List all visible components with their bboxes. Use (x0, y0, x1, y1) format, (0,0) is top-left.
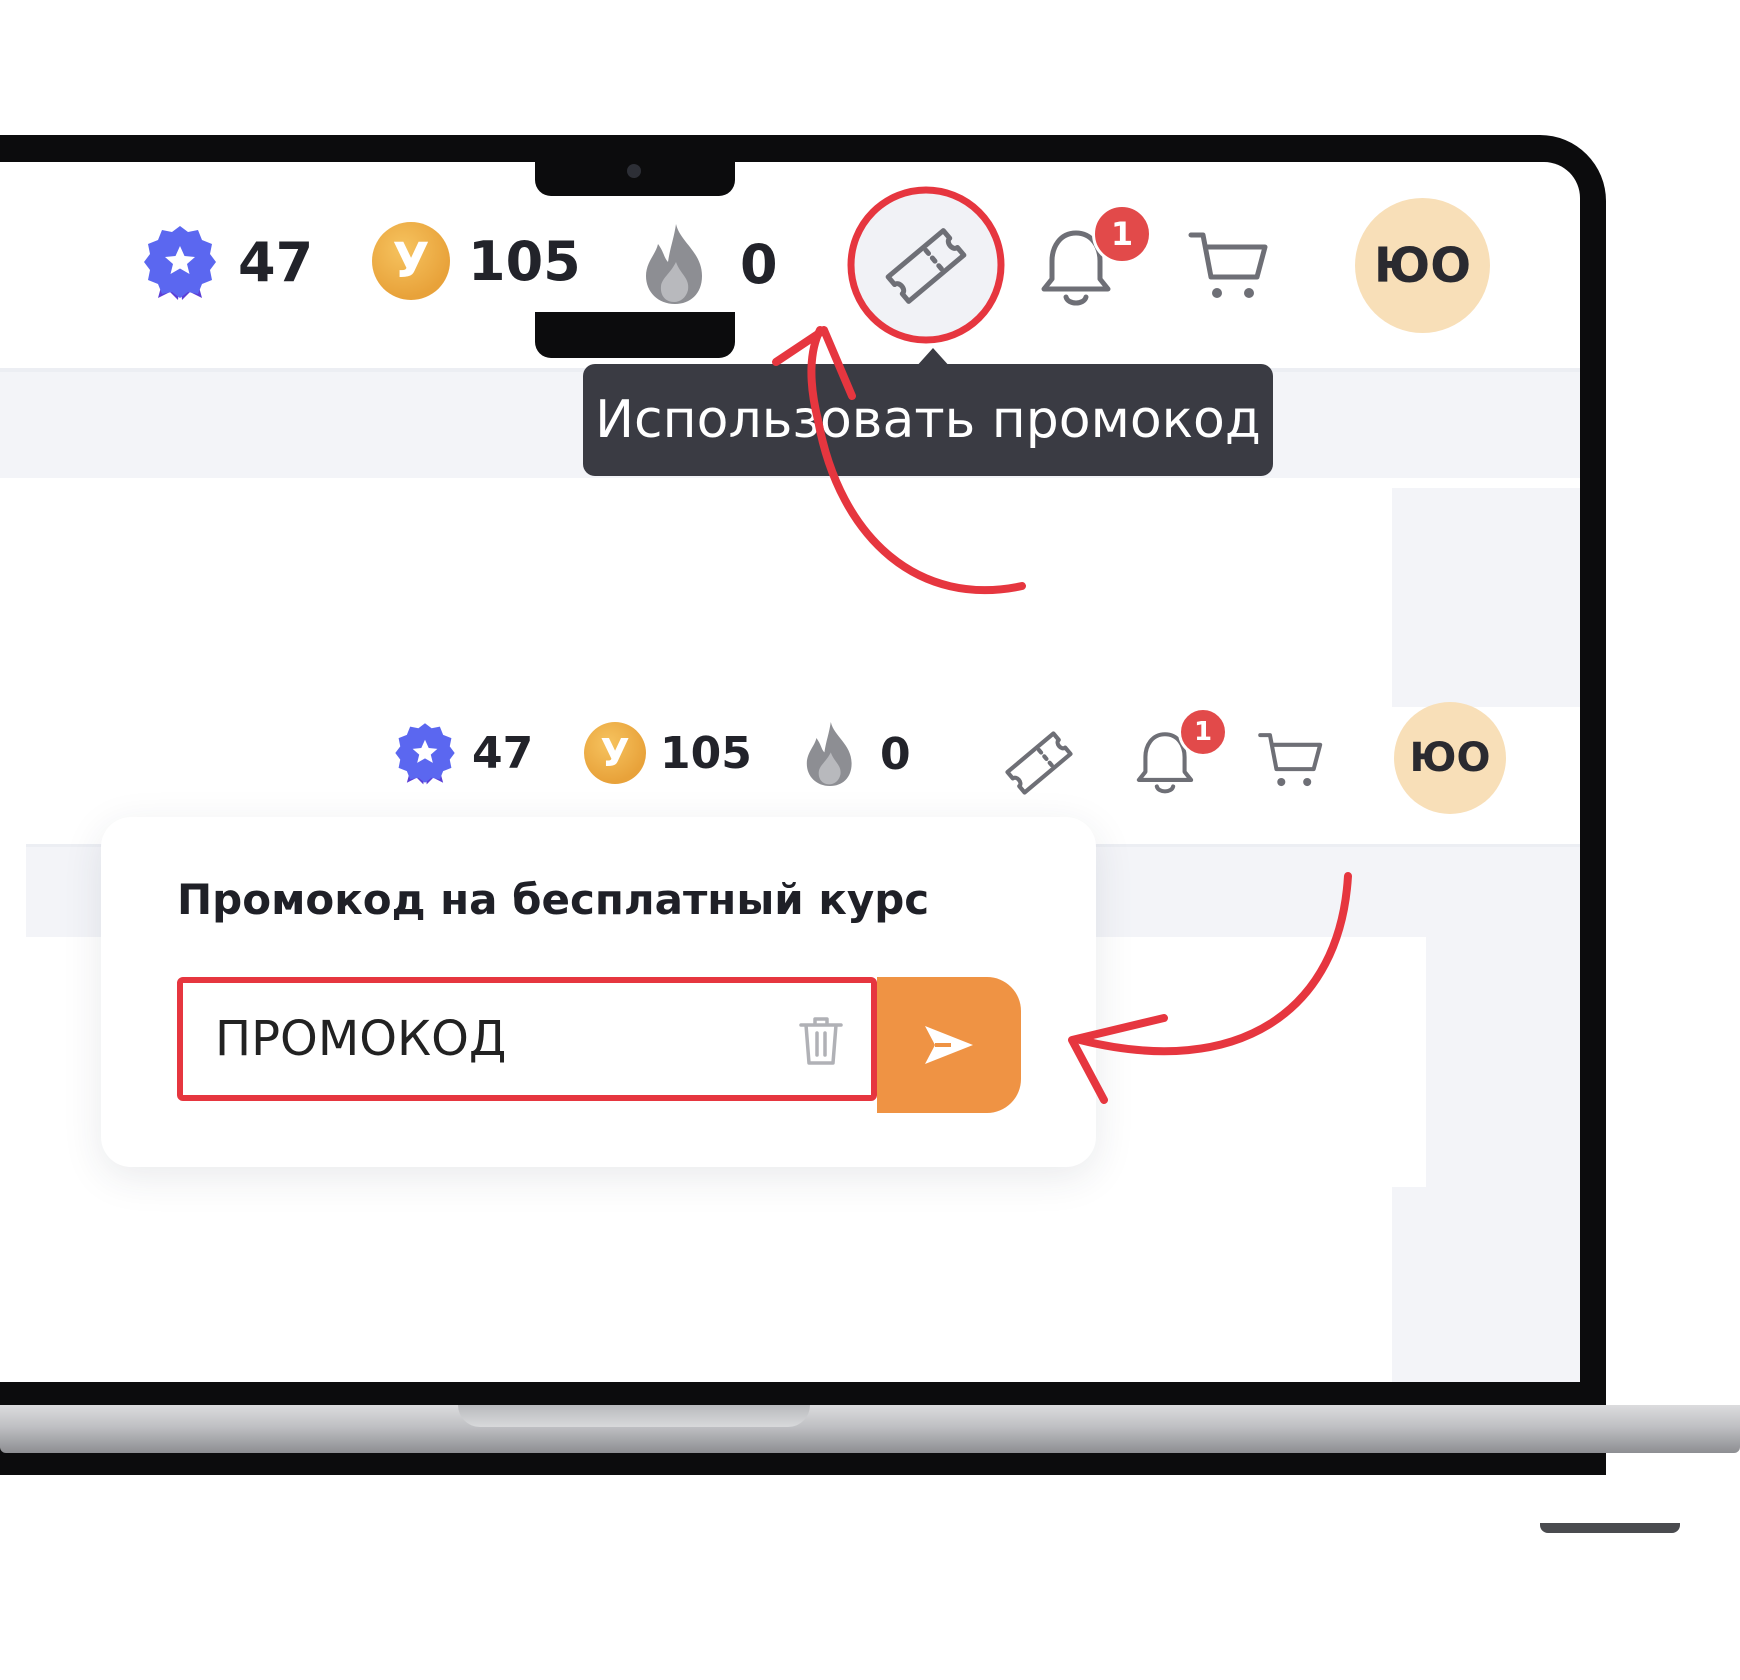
lower-rating-stat[interactable]: 47 (392, 720, 533, 786)
lower-rating-value: 47 (472, 727, 534, 779)
popup-title: Промокод на бесплатный курс (177, 875, 930, 924)
promo-input-wrapper (177, 977, 877, 1101)
promo-code-input[interactable] (213, 1010, 777, 1068)
coins-value: 105 (468, 229, 581, 293)
ticket-icon (1005, 731, 1073, 795)
cart-button[interactable] (1186, 224, 1272, 310)
streak-value: 0 (740, 232, 778, 296)
star-badge-icon (144, 226, 216, 300)
ticket-icon (885, 228, 967, 304)
flame-icon (646, 224, 702, 304)
coin-icon: У (584, 722, 646, 784)
lower-cart-button[interactable] (1256, 726, 1326, 796)
promo-popup: Промокод на бесплатный курс (101, 817, 1096, 1167)
camera-icon (627, 164, 641, 178)
screen-notch (535, 312, 735, 358)
user-avatar[interactable]: ЮО (1355, 198, 1490, 333)
lower-coins-value: 105 (660, 727, 752, 779)
laptop-base (0, 1405, 1740, 1453)
coin-icon: У (372, 222, 450, 300)
coin-letter: У (392, 233, 430, 289)
notification-badge: 1 (1092, 204, 1152, 264)
cart-icon (1258, 733, 1323, 787)
laptop-thumb-notch (458, 1405, 810, 1427)
lower-streak-stat[interactable]: 0 (802, 720, 911, 788)
lower-user-avatar[interactable]: ЮО (1394, 702, 1506, 814)
promo-code-button[interactable] (852, 192, 1000, 340)
star-badge-icon (395, 723, 455, 785)
coins-stat[interactable]: У 105 (372, 222, 581, 300)
streak-stat[interactable]: 0 (640, 222, 778, 306)
laptop-foot (1540, 1523, 1680, 1533)
promo-tooltip: Использовать промокод (583, 364, 1273, 476)
trash-icon[interactable] (797, 1015, 845, 1067)
rating-value: 47 (238, 230, 314, 294)
cart-icon (1188, 232, 1268, 298)
lower-notification-badge: 1 (1178, 707, 1228, 757)
lower-promo-code-button[interactable] (996, 720, 1082, 806)
lower-streak-value: 0 (880, 728, 911, 780)
coin-letter: У (600, 731, 630, 775)
laptop-screen: 47 У 105 0 Использовать промокод 1 ЮО 47… (0, 162, 1580, 1382)
lower-coins-stat[interactable]: У 105 (584, 722, 752, 784)
rating-stat[interactable]: 47 (140, 222, 313, 302)
send-promo-button[interactable] (877, 977, 1021, 1113)
send-icon (925, 1026, 973, 1064)
lower-page-background-right (1426, 937, 1580, 1187)
flame-icon (806, 722, 852, 786)
